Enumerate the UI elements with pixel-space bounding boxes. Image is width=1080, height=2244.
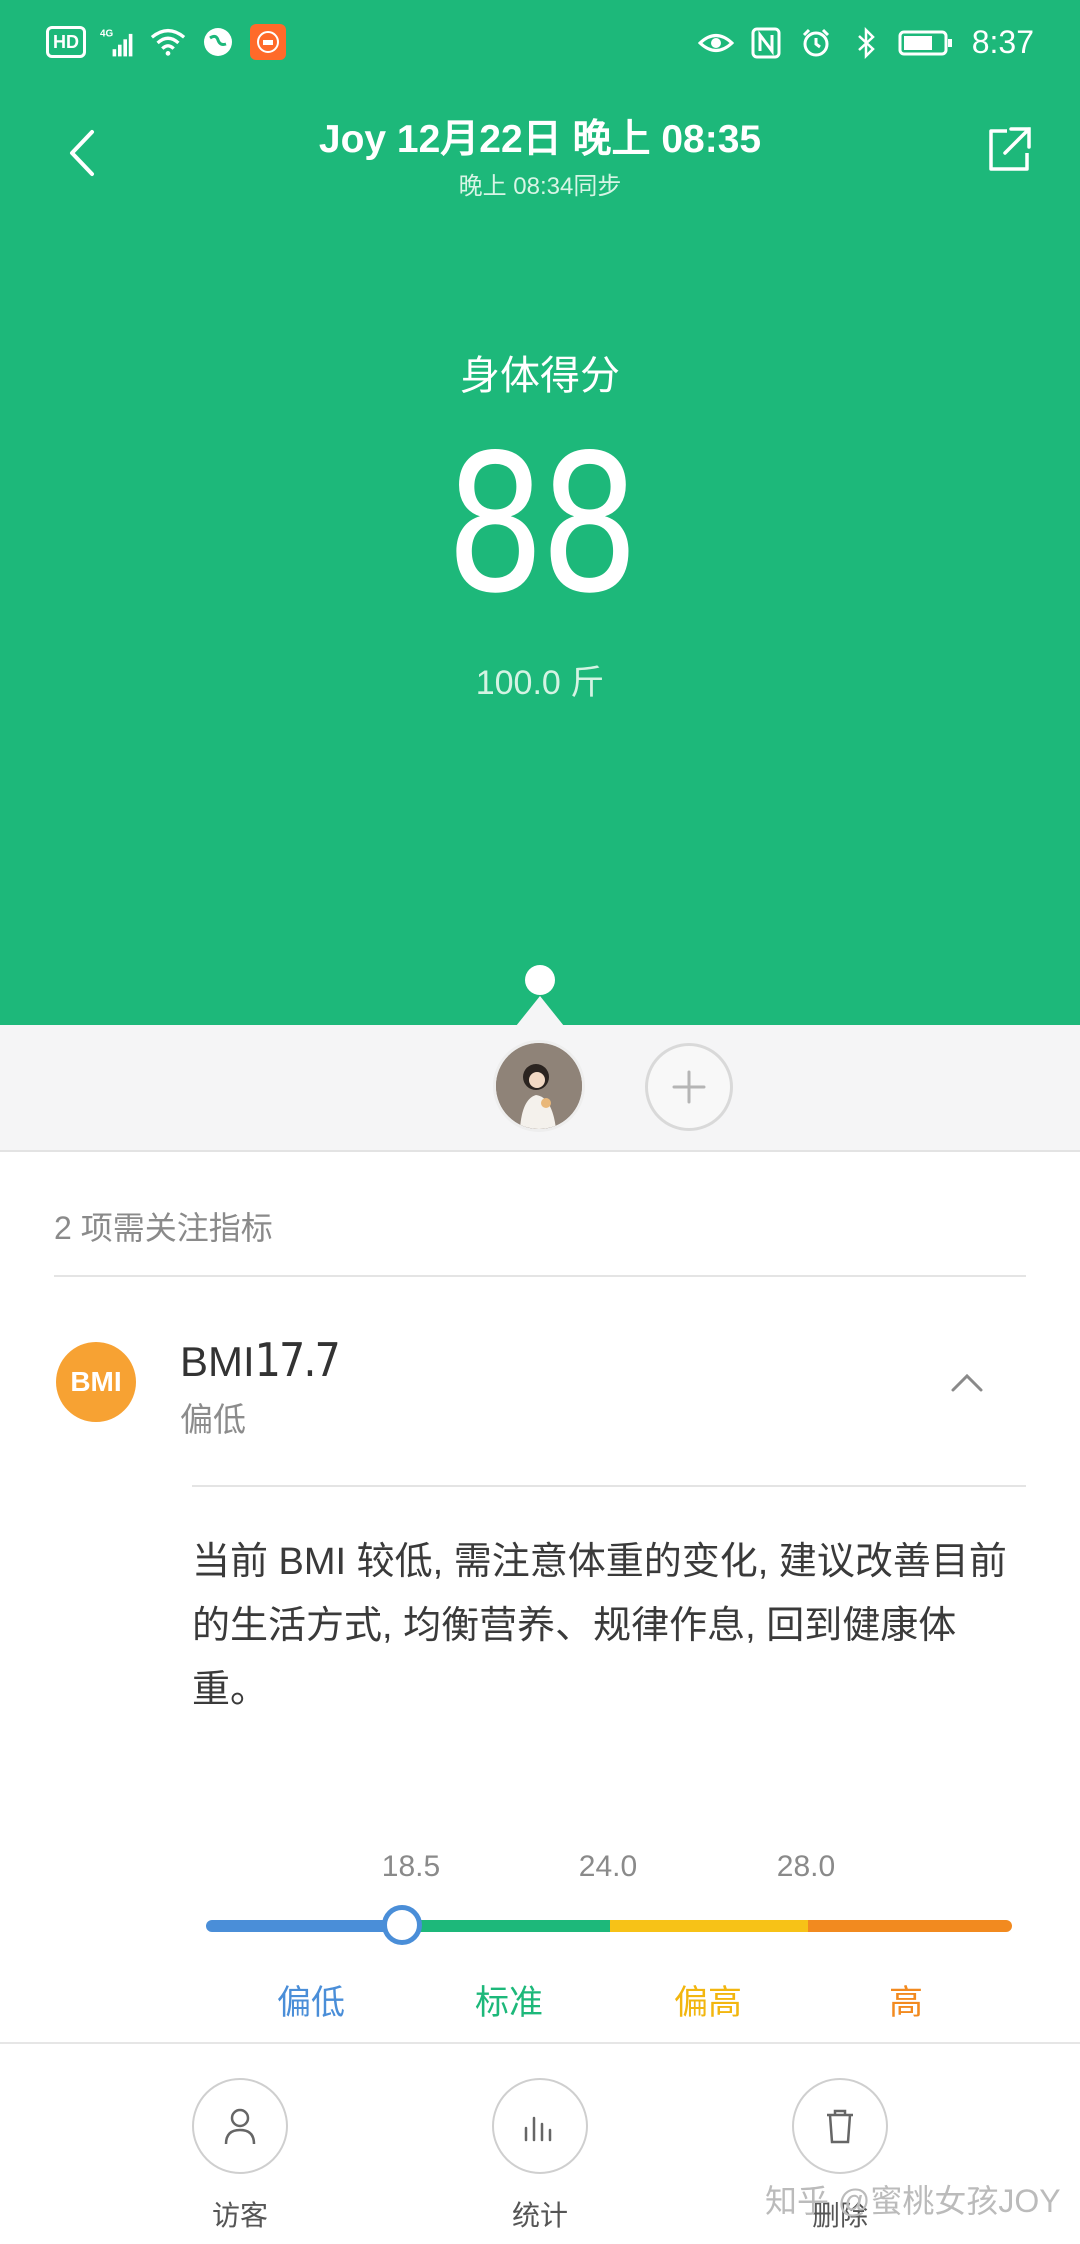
status-time: 8:37	[971, 24, 1034, 60]
avatar-photo	[496, 1043, 582, 1129]
bmi-marker	[382, 1905, 422, 1945]
battery-icon	[898, 25, 954, 61]
attention-indicators-header: 2 项需关注指标	[54, 1210, 273, 1246]
divider	[192, 1485, 1026, 1487]
divider	[54, 1275, 1026, 1277]
collapse-button[interactable]	[950, 1370, 984, 1394]
user-avatar[interactable]	[493, 1040, 585, 1132]
delete-button[interactable]	[792, 2078, 888, 2174]
scale-segment-standard	[404, 1920, 610, 1932]
bmi-value: 17.7	[254, 1333, 341, 1387]
eye-icon	[697, 25, 734, 61]
weight-value: 100.0 斤	[475, 664, 605, 702]
bmi-label: BMI	[180, 1338, 255, 1385]
bar-chart-icon	[524, 2116, 552, 2142]
body-score-value: 88	[445, 414, 639, 635]
visitor-label: 访客	[211, 2200, 268, 2231]
scale-segment-low	[206, 1920, 404, 1932]
statistics-label: 统计	[511, 2200, 568, 2231]
person-icon	[224, 2108, 256, 2145]
vpn-icon	[200, 24, 236, 60]
status-bar: HD 4G 8:37	[0, 0, 1080, 84]
page-title: Joy 12月22日 晚上 08:35	[318, 118, 762, 161]
scale-tick-24-0: 24.0	[578, 1850, 638, 1883]
svg-text:4G: 4G	[100, 29, 113, 40]
bmi-indicator-row[interactable]: BMI17.7	[180, 1333, 341, 1387]
wifi-icon	[150, 24, 186, 60]
bmi-status: 偏低	[180, 1401, 246, 1438]
category-obese: 高	[889, 1984, 923, 2022]
signal-icon: 4G	[100, 24, 136, 60]
add-user-button[interactable]	[645, 1043, 733, 1131]
statistics-button[interactable]	[492, 2078, 588, 2174]
body-score-label: 身体得分	[460, 354, 620, 398]
trash-icon	[827, 2109, 853, 2144]
page-indicator-dot	[525, 965, 555, 995]
scale-tick-28-0: 28.0	[776, 1850, 836, 1883]
share-icon	[989, 127, 1031, 171]
hd-icon: HD	[46, 26, 86, 58]
category-high: 偏高	[674, 1984, 742, 2022]
nfc-icon	[748, 25, 784, 61]
scale-segment-high	[610, 1920, 808, 1932]
watermark: 知乎 @蜜桃女孩JOY	[765, 2183, 1061, 2219]
category-low: 偏低	[277, 1984, 345, 2022]
share-button[interactable]	[985, 125, 1033, 175]
selected-user-pointer	[516, 996, 564, 1026]
scale-segment-obese	[808, 1920, 1012, 1932]
sync-time: 晚上 08:34同步	[458, 173, 622, 200]
scale-tick-18-5: 18.5	[381, 1850, 441, 1883]
bmi-icon: BMI	[56, 1342, 136, 1422]
bmi-advice-text: 当前 BMI 较低, 需注意体重的变化, 建议改善目前的生活方式, 均衡营养、规…	[192, 1541, 1007, 1711]
plus-icon	[672, 1070, 706, 1104]
visitor-button[interactable]	[192, 2078, 288, 2174]
alarm-icon	[798, 25, 834, 61]
chevron-up-icon	[951, 1373, 983, 1392]
category-standard: 标准	[475, 1984, 543, 2022]
bluetooth-icon	[848, 25, 884, 61]
mi-app-icon	[250, 24, 286, 60]
